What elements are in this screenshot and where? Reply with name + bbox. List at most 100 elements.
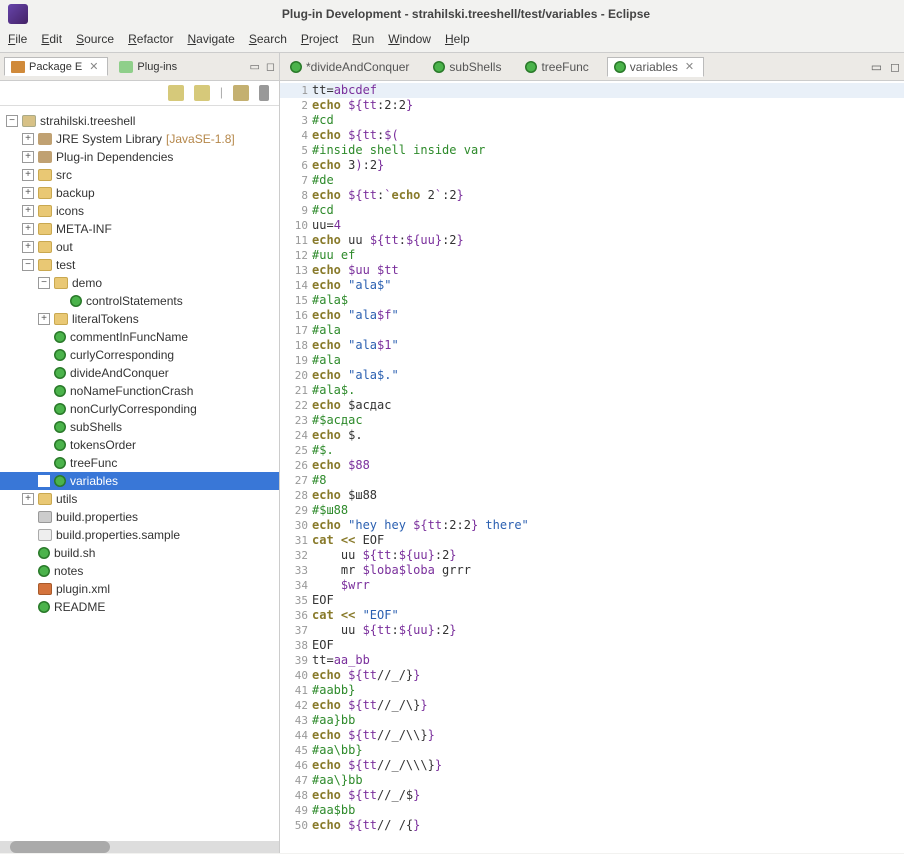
editor-tab-subShells[interactable]: subShells — [427, 58, 507, 76]
code-line[interactable]: 21#ala$. — [280, 383, 904, 398]
code-line[interactable]: 24echo $. — [280, 428, 904, 443]
code-line[interactable]: 48echo ${tt//_/$} — [280, 788, 904, 803]
file-build-sh[interactable]: build.sh — [0, 544, 279, 562]
expander-icon[interactable]: + — [22, 151, 34, 163]
expander-icon[interactable]: + — [38, 313, 50, 325]
expander-icon[interactable]: − — [38, 277, 50, 289]
menu-source[interactable]: Source — [76, 32, 114, 46]
expander-icon[interactable]: + — [22, 133, 34, 145]
code-line[interactable]: 27#8 — [280, 473, 904, 488]
editor-tab-treeFunc[interactable]: treeFunc — [519, 58, 594, 76]
code-line[interactable]: 50echo ${tt// /{} — [280, 818, 904, 833]
link-editor-icon[interactable] — [194, 85, 210, 101]
menu-navigate[interactable]: Navigate — [187, 32, 234, 46]
folder-META-INF[interactable]: +META-INF — [0, 220, 279, 238]
code-editor[interactable]: 1tt=abcdef2echo ${tt:2:2}3#cd4echo ${tt:… — [280, 81, 904, 853]
folder-out[interactable]: +out — [0, 238, 279, 256]
code-line[interactable]: 19#ala — [280, 353, 904, 368]
code-line[interactable]: 43#aa}bb — [280, 713, 904, 728]
folder-icons[interactable]: +icons — [0, 202, 279, 220]
menu-run[interactable]: Run — [352, 32, 374, 46]
minimize-icon[interactable]: ▭ — [249, 60, 259, 73]
editor-tab-variables[interactable]: variables ✕ — [607, 57, 704, 77]
code-line[interactable]: 15#ala$ — [280, 293, 904, 308]
editor-tab-divideAndConquer[interactable]: *divideAndConquer — [284, 58, 415, 76]
maximize-icon[interactable]: ◻ — [890, 60, 900, 74]
file-variables[interactable]: variables — [0, 472, 279, 490]
menu-refactor[interactable]: Refactor — [128, 32, 173, 46]
close-icon[interactable]: ✕ — [86, 60, 101, 73]
code-line[interactable]: 32 uu ${tt:${uu}:2} — [280, 548, 904, 563]
file-noNameFunctionCrash[interactable]: noNameFunctionCrash — [0, 382, 279, 400]
file-controlStatements[interactable]: controlStatements — [0, 292, 279, 310]
code-line[interactable]: 7#de — [280, 173, 904, 188]
menu-file[interactable]: File — [8, 32, 27, 46]
menu-window[interactable]: Window — [388, 32, 431, 46]
code-line[interactable]: 4echo ${tt:$( — [280, 128, 904, 143]
file-curlyCorresponding[interactable]: curlyCorresponding — [0, 346, 279, 364]
view-menu-icon[interactable] — [259, 85, 269, 101]
expander-icon[interactable]: + — [22, 169, 34, 181]
minimize-icon[interactable]: ▭ — [871, 60, 882, 74]
code-line[interactable]: 46echo ${tt//_/\\\}} — [280, 758, 904, 773]
file-subShells[interactable]: subShells — [0, 418, 279, 436]
code-line[interactable]: 47#aa\}bb — [280, 773, 904, 788]
tab-package-explorer[interactable]: Package E ✕ — [4, 57, 108, 76]
code-line[interactable]: 17#ala — [280, 323, 904, 338]
code-line[interactable]: 38EOF — [280, 638, 904, 653]
folder-backup[interactable]: +backup — [0, 184, 279, 202]
file-notes[interactable]: notes — [0, 562, 279, 580]
expander-icon[interactable]: − — [22, 259, 34, 271]
code-line[interactable]: 45#aa\bb} — [280, 743, 904, 758]
code-line[interactable]: 12#uu ef — [280, 248, 904, 263]
file-commentInFuncName[interactable]: commentInFuncName — [0, 328, 279, 346]
code-line[interactable]: 31cat << EOF — [280, 533, 904, 548]
code-line[interactable]: 1tt=abcdef — [280, 83, 904, 98]
code-line[interactable]: 26echo $88 — [280, 458, 904, 473]
code-line[interactable]: 11echo uu ${tt:${uu}:2} — [280, 233, 904, 248]
package-tree[interactable]: −strahilski.treeshell+JRE System Library… — [0, 106, 279, 841]
code-line[interactable]: 14echo "ala$" — [280, 278, 904, 293]
folder-demo[interactable]: −demo — [0, 274, 279, 292]
expander-icon[interactable]: + — [22, 223, 34, 235]
file-build-properties[interactable]: build.properties — [0, 508, 279, 526]
folder-test[interactable]: −test — [0, 256, 279, 274]
close-icon[interactable]: ✕ — [682, 60, 697, 73]
expander-icon[interactable]: + — [22, 205, 34, 217]
code-line[interactable]: 23#$асдас — [280, 413, 904, 428]
project-root[interactable]: −strahilski.treeshell — [0, 112, 279, 130]
code-line[interactable]: 33 mr $loba$loba grrr — [280, 563, 904, 578]
expander-icon[interactable]: − — [6, 115, 18, 127]
file-divideAndConquer[interactable]: divideAndConquer — [0, 364, 279, 382]
code-line[interactable]: 22echo $асдас — [280, 398, 904, 413]
scrollbar[interactable] — [0, 841, 279, 853]
code-line[interactable]: 39tt=aa_bb — [280, 653, 904, 668]
file-tokensOrder[interactable]: tokensOrder — [0, 436, 279, 454]
code-line[interactable]: 3#cd — [280, 113, 904, 128]
code-line[interactable]: 35EOF — [280, 593, 904, 608]
expander-icon[interactable]: + — [22, 493, 34, 505]
code-line[interactable]: 18echo "ala$1" — [280, 338, 904, 353]
expander-icon[interactable]: + — [22, 187, 34, 199]
maximize-icon[interactable]: ◻ — [266, 60, 275, 73]
file-build-properties-sample[interactable]: build.properties.sample — [0, 526, 279, 544]
filter-icon[interactable] — [233, 85, 249, 101]
code-line[interactable]: 40echo ${tt//_/}} — [280, 668, 904, 683]
jre-library[interactable]: +JRE System Library [JavaSE-1.8] — [0, 130, 279, 148]
code-line[interactable]: 30echo "hey hey ${tt:2:2} there" — [280, 518, 904, 533]
code-line[interactable]: 36cat << "EOF" — [280, 608, 904, 623]
menu-help[interactable]: Help — [445, 32, 470, 46]
folder-utils[interactable]: +utils — [0, 490, 279, 508]
code-line[interactable]: 16echo "ala$f" — [280, 308, 904, 323]
file-nonCurlyCorresponding[interactable]: nonCurlyCorresponding — [0, 400, 279, 418]
file-treeFunc[interactable]: treeFunc — [0, 454, 279, 472]
code-line[interactable]: 9#cd — [280, 203, 904, 218]
code-line[interactable]: 13echo $uu $tt — [280, 263, 904, 278]
menu-search[interactable]: Search — [249, 32, 287, 46]
code-line[interactable]: 2echo ${tt:2:2} — [280, 98, 904, 113]
collapse-all-icon[interactable] — [168, 85, 184, 101]
plugin-dependencies[interactable]: +Plug-in Dependencies — [0, 148, 279, 166]
code-line[interactable]: 28echo $ш88 — [280, 488, 904, 503]
code-line[interactable]: 5#inside shell inside var — [280, 143, 904, 158]
code-line[interactable]: 41#aabb} — [280, 683, 904, 698]
